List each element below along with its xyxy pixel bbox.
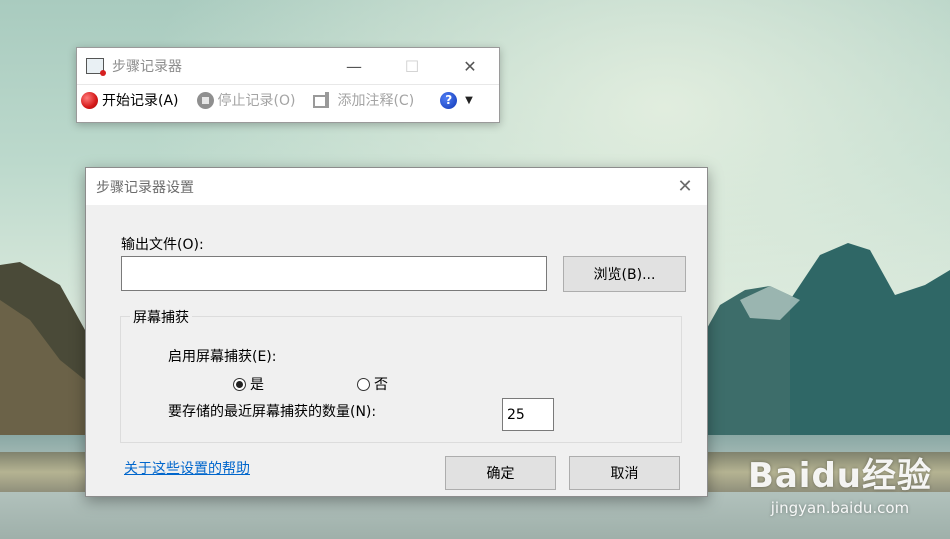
radio-yes-indicator: [233, 377, 246, 391]
stop-record-button: 停止记录(O): [196, 90, 296, 110]
baidu-url: jingyan.baidu.com: [770, 499, 910, 517]
help-icon[interactable]: ?: [440, 91, 458, 109]
add-comment-label: 添加注释(C): [337, 93, 415, 109]
steps-recorder-titlebar[interactable]: 步骤记录器 — ☐ ✕: [77, 48, 499, 84]
steps-recorder-title: 步骤记录器: [112, 59, 182, 75]
capture-count-field[interactable]: 25: [502, 398, 554, 431]
stop-icon: [196, 91, 214, 109]
settings-dialog: 步骤记录器设置 ✕ 输出文件(O): 浏览(B)... 屏幕捕获 启用屏幕捕获(…: [85, 167, 708, 497]
baidu-logo: Baidu经验: [747, 456, 932, 496]
ok-button[interactable]: 确定: [445, 456, 556, 490]
browse-button[interactable]: 浏览(B)...: [563, 256, 686, 292]
minimize-button[interactable]: —: [325, 48, 383, 84]
screen-capture-group: [120, 316, 682, 443]
maximize-button: ☐: [404, 56, 420, 76]
comment-icon: [313, 92, 333, 108]
radio-yes-label: 是: [250, 377, 264, 393]
settings-dialog-title: 步骤记录器设置: [96, 179, 194, 196]
enable-capture-label: 启用屏幕捕获(E):: [168, 349, 277, 365]
output-file-field[interactable]: [121, 256, 547, 291]
start-record-label: 开始记录(A): [102, 93, 179, 109]
baidu-watermark: Baidu经验 jingyan.baidu.com: [748, 448, 932, 517]
add-comment-button: 添加注释(C): [313, 90, 414, 110]
start-record-button[interactable]: 开始记录(A): [81, 90, 179, 110]
screen-capture-group-title: 屏幕捕获: [130, 307, 192, 327]
settings-dialog-titlebar[interactable]: 步骤记录器设置 ✕: [86, 168, 707, 205]
steps-recorder-toolbar: 开始记录(A) 停止记录(O) 添加注释(C) ? ▼: [77, 84, 499, 115]
dialog-close-button[interactable]: ✕: [663, 168, 707, 205]
steps-recorder-app-icon: [86, 58, 106, 76]
record-icon: [81, 91, 98, 109]
steps-recorder-window: 步骤记录器 — ☐ ✕ 开始记录(A) 停止记录(O) 添加注释(C) ? ▼: [76, 47, 500, 123]
output-file-label: 输出文件(O):: [121, 237, 204, 253]
radio-no-label: 否: [374, 377, 388, 393]
radio-no[interactable]: 否: [357, 374, 388, 394]
radio-no-indicator: [357, 377, 370, 391]
chevron-down-icon[interactable]: ▼: [465, 95, 473, 106]
stop-record-label: 停止记录(O): [217, 93, 296, 109]
settings-help-link[interactable]: 关于这些设置的帮助: [124, 458, 250, 478]
radio-yes[interactable]: 是: [233, 374, 264, 394]
capture-count-label: 要存储的最近屏幕捕获的数量(N):: [168, 404, 377, 420]
cancel-button[interactable]: 取消: [569, 456, 680, 490]
close-button[interactable]: ✕: [441, 48, 499, 84]
